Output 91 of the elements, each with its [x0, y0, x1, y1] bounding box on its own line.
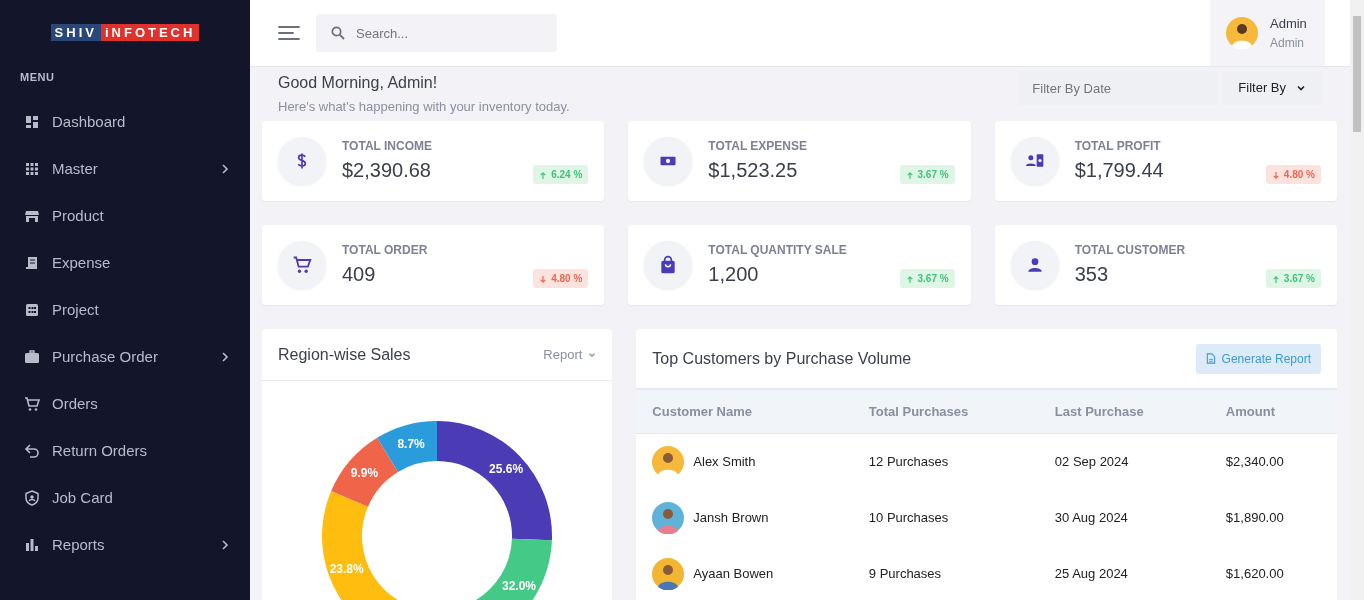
- greeting-title: Good Morning, Admin!: [278, 73, 439, 93]
- document-icon: [1205, 353, 1216, 364]
- chevron-down-icon: [1296, 83, 1306, 93]
- stat-label: TOTAL EXPENSE: [708, 138, 808, 155]
- data-label: 32.0%: [502, 579, 537, 593]
- data-label: 9.9%: [350, 466, 379, 481]
- amount-cell: $2,340.00: [1209, 433, 1337, 490]
- arrow-down-icon: [1271, 170, 1280, 180]
- arrow-down-icon: [539, 274, 548, 284]
- filter-button[interactable]: Filter By: [1222, 71, 1322, 105]
- menu-heading: MENU: [19, 70, 56, 85]
- grid-icon: [24, 114, 40, 130]
- amount-cell-text: $1,620.00: [1224, 564, 1285, 583]
- table-cell: 12 Purchases: [852, 433, 1039, 490]
- chevron-right-icon: [220, 352, 230, 362]
- change-badge: 6.24 %: [533, 165, 589, 184]
- sidebar-item[interactable]: Reports: [0, 521, 250, 569]
- customer-avatar: [652, 557, 685, 590]
- shield-icon: [24, 490, 40, 506]
- stat-value: $1,799.44: [1074, 158, 1164, 183]
- change-badge: 3.67 %: [899, 165, 955, 184]
- table-cell: 02 Sep 2024: [1038, 433, 1210, 490]
- table-cell-text: 30 Aug 2024: [1053, 508, 1129, 527]
- card-title: Region-wise Sales: [278, 344, 411, 365]
- customer-avatar: [652, 445, 685, 478]
- data-label: 23.8%: [329, 561, 364, 576]
- customer-avatar: [652, 501, 685, 534]
- date-filter-field[interactable]: Filter By Date: [1018, 71, 1219, 105]
- chevron-right-icon: [220, 540, 230, 550]
- table-cell-text: 10 Purchases: [867, 508, 950, 527]
- calculator-icon: [24, 302, 40, 318]
- scrollbar[interactable]: [1350, 0, 1364, 600]
- sidebar-item[interactable]: Return Orders: [0, 427, 250, 475]
- change-badge: 4.80 %: [533, 269, 589, 288]
- grid-icon: [24, 161, 40, 177]
- chevron-right-icon: [220, 164, 230, 174]
- sidebar-item[interactable]: Master: [0, 145, 250, 193]
- arrow-up-icon: [905, 170, 914, 180]
- table-cell-text: 25 Aug 2024: [1053, 564, 1129, 583]
- stat-label: TOTAL ORDER: [342, 242, 428, 259]
- arrow-up-icon: [1271, 274, 1280, 284]
- logo-text: SHIV: [50, 24, 101, 41]
- user-role: Admin: [1270, 34, 1305, 52]
- customer-name: Jansh Brown: [693, 508, 769, 527]
- receipt-icon: [24, 255, 40, 271]
- sidebar-item[interactable]: Job Card: [0, 474, 250, 522]
- data-label: 8.7%: [397, 436, 425, 451]
- stat-value: $1,523.25: [708, 158, 799, 183]
- column-header: Customer Name: [636, 389, 853, 434]
- amount-cell-text: $1,890.00: [1224, 508, 1285, 527]
- user-menu[interactable]: Admin Admin: [1210, 0, 1325, 66]
- column-header: Last Purchase: [1038, 389, 1210, 434]
- sidebar-item[interactable]: Expense: [0, 239, 250, 287]
- sidebar-item[interactable]: Product: [0, 192, 250, 240]
- change-badge: 4.80 %: [1265, 165, 1321, 184]
- stat-label: TOTAL INCOME: [342, 138, 432, 155]
- sidebar-item[interactable]: Project: [0, 286, 250, 334]
- briefcase-icon: [24, 349, 40, 365]
- column-header: Amount: [1209, 389, 1337, 434]
- stat-label: TOTAL CUSTOMER: [1074, 242, 1186, 259]
- stat-value: 353: [1074, 262, 1110, 287]
- sidebar-item[interactable]: Dashboard: [0, 98, 250, 146]
- menu-icon[interactable]: [278, 25, 300, 41]
- change-badge: 3.67 %: [899, 269, 955, 288]
- table-cell-text: 9 Purchases: [867, 564, 943, 583]
- column-header: Total Purchases: [852, 389, 1039, 434]
- sidebar-item[interactable]: Purchase Order: [0, 333, 250, 381]
- data-label: 25.6%: [489, 462, 524, 477]
- customer-name: Alex Smith: [693, 453, 756, 471]
- store-icon: [24, 208, 40, 224]
- cart-icon: [24, 396, 40, 412]
- search-field[interactable]: Search...: [316, 14, 557, 52]
- stat-label: TOTAL QUANTITY SALE: [708, 242, 847, 259]
- user-avatar: [1226, 17, 1258, 49]
- bar-chart-icon: [24, 537, 40, 553]
- stat-label: TOTAL PROFIT: [1074, 138, 1162, 155]
- search-icon: [331, 26, 345, 40]
- stat-value: 1,200: [708, 262, 760, 287]
- arrow-up-icon: [905, 274, 914, 284]
- sidebar-item[interactable]: Orders: [0, 380, 250, 428]
- undo-icon: [24, 443, 40, 459]
- arrow-up-icon: [539, 170, 548, 180]
- change-badge: 3.67 %: [1265, 269, 1321, 288]
- greeting-subtitle: Here's what's happening with your inventory today.: [278, 98, 570, 116]
- card-title: Top Customers by Purchase Volume: [652, 348, 912, 369]
- customer-name: Ayaan Bowen: [693, 564, 774, 583]
- stat-value: 409: [342, 262, 377, 287]
- logo-text: iNFOTECH: [100, 24, 200, 41]
- stat-value: $2,390.68: [342, 158, 432, 183]
- user-name: Admin: [1270, 15, 1307, 34]
- cart-icon: [292, 255, 312, 275]
